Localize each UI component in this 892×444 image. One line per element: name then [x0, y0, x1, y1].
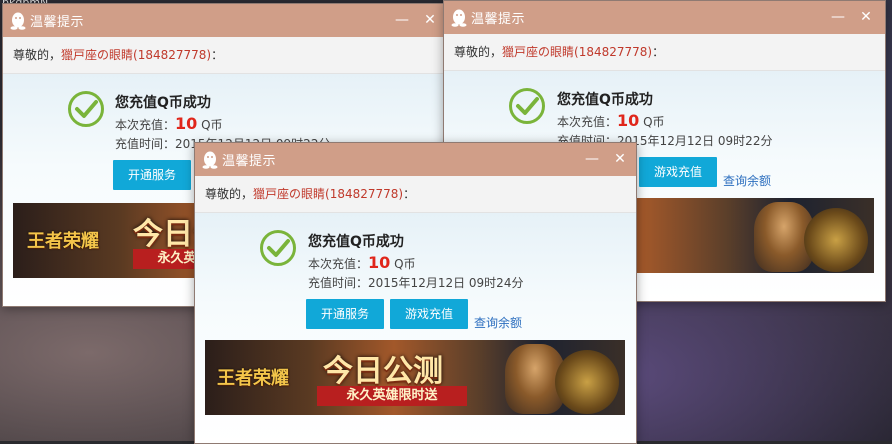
greeting-bar: 尊敬的，獵戸座の眼睛(184827778)：: [3, 37, 453, 74]
qq-penguin-icon: [202, 151, 218, 169]
success-title: 您充值Q币成功: [557, 92, 653, 108]
game-recharge-button[interactable]: 游戏充值: [639, 157, 717, 187]
qq-penguin-icon: [10, 12, 26, 30]
game-recharge-button[interactable]: 游戏充值: [390, 299, 468, 329]
success-check-icon: [508, 87, 546, 125]
amount-label: 本次充值：: [557, 115, 618, 129]
window-title: 温馨提示: [222, 154, 277, 169]
time-value: 2015年12月12日 09时24分: [368, 276, 524, 290]
banner-logo: 王者荣耀: [27, 231, 99, 252]
title-bar[interactable]: 温馨提示 — ✕: [444, 1, 885, 34]
title-bar[interactable]: 温馨提示 — ✕: [3, 4, 453, 37]
nickname: 獵戸座の眼睛(184827778): [502, 45, 653, 59]
close-button[interactable]: ✕: [855, 1, 877, 34]
nickname: 獵戸座の眼睛(184827778): [253, 187, 404, 201]
nickname: 獵戸座の眼睛(184827778): [61, 48, 212, 62]
banner-ribbon: 永久英雄限时送: [317, 386, 467, 406]
amount-value: 10: [617, 111, 640, 130]
query-balance-link[interactable]: 查询余额: [474, 314, 522, 331]
greeting-bar: 尊敬的，獵戸座の眼睛(184827778)：: [195, 176, 636, 213]
amount-label: 本次充值：: [115, 118, 176, 132]
amount-line: 本次充值：10 Q币: [308, 253, 416, 272]
greeting-suffix: ：: [403, 187, 416, 201]
open-service-button[interactable]: 开通服务: [306, 299, 384, 329]
amount-label: 本次充值：: [308, 257, 369, 271]
success-title: 您充值Q币成功: [308, 234, 404, 250]
minimize-button[interactable]: —: [391, 4, 413, 37]
close-button[interactable]: ✕: [419, 4, 441, 37]
qq-penguin-icon: [451, 9, 467, 27]
banner-logo: 王者荣耀: [217, 368, 289, 389]
close-button[interactable]: ✕: [609, 143, 631, 176]
greeting-suffix: ：: [652, 45, 665, 59]
game-banner[interactable]: 王者荣耀 今日公测 永久英雄限时送: [205, 340, 625, 415]
title-bar[interactable]: 温馨提示 — ✕: [195, 143, 636, 176]
success-check-icon: [259, 229, 297, 267]
greeting-prefix: 尊敬的，: [13, 48, 62, 62]
success-title: 您充值Q币成功: [115, 95, 211, 111]
time-label: 充值时间：: [308, 276, 369, 290]
greeting-prefix: 尊敬的，: [205, 187, 254, 201]
window-title: 温馨提示: [30, 15, 85, 30]
amount-unit: Q币: [197, 118, 223, 132]
amount-value: 10: [368, 253, 391, 272]
amount-line: 本次充值：10 Q币: [557, 111, 665, 130]
amount-value: 10: [175, 114, 198, 133]
minimize-button[interactable]: —: [827, 1, 849, 34]
greeting-prefix: 尊敬的，: [454, 45, 503, 59]
success-check-icon: [67, 90, 105, 128]
banner-headline: 今日公测: [323, 354, 443, 389]
window-title: 温馨提示: [471, 12, 526, 27]
open-service-button[interactable]: 开通服务: [113, 160, 191, 190]
greeting-bar: 尊敬的，獵戸座の眼睛(184827778)：: [444, 34, 885, 71]
time-line: 充值时间：2015年12月12日 09时24分: [308, 274, 523, 291]
time-value: 2015年12月12日 09时22分: [617, 134, 773, 148]
greeting-suffix: ：: [211, 48, 224, 62]
amount-unit: Q币: [639, 115, 665, 129]
banner-armor-image: [804, 208, 868, 272]
amount-line: 本次充值：10 Q币: [115, 114, 223, 133]
dialog-body: 您充值Q币成功 本次充值：10 Q币 充值时间：2015年12月12日 09时2…: [195, 213, 636, 443]
recharge-dialog-front: 温馨提示 — ✕ 尊敬的，獵戸座の眼睛(184827778)： 您充值Q币成功 …: [194, 142, 637, 444]
time-label: 充值时间：: [115, 137, 176, 151]
amount-unit: Q币: [390, 257, 416, 271]
query-balance-link[interactable]: 查询余额: [723, 172, 771, 189]
minimize-button[interactable]: —: [581, 143, 603, 176]
banner-armor-image: [555, 350, 619, 414]
